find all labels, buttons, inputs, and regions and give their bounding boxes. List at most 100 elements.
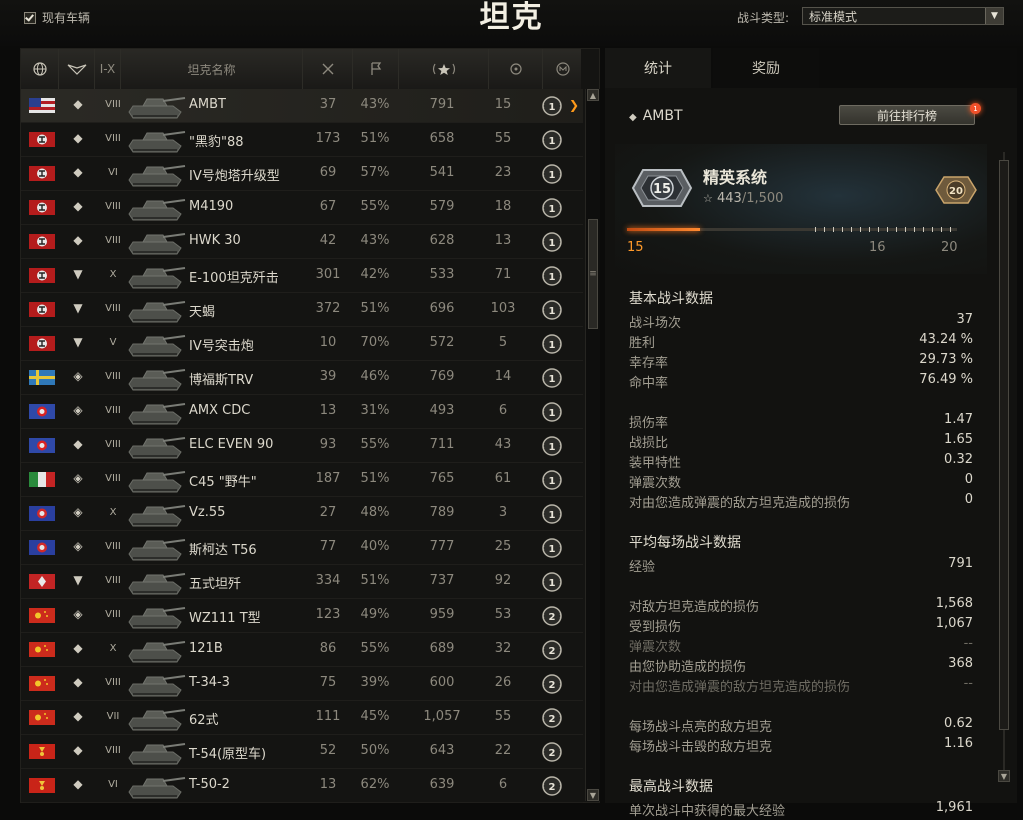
battle-type-select[interactable]: 标准模式 ▼	[802, 7, 1004, 25]
stat-label: 每场战斗击毁的敌方坦克	[629, 740, 773, 755]
table-row[interactable]: ◆ VI T-50-2 13 62% 639 6 2	[21, 769, 583, 803]
nation-flag-icon	[29, 608, 55, 623]
winrate-cell: 42%	[360, 267, 390, 282]
tank-image-icon	[128, 165, 186, 187]
table-row[interactable]: ▼ V IV号突击炮 10 70% 572 5 1	[21, 327, 583, 361]
scroll-up-button[interactable]: ▲	[587, 89, 599, 101]
table-row[interactable]: ◆ VII 62式 111 45% 1,057 55 2	[21, 701, 583, 735]
winrate-cell: 55%	[360, 199, 390, 214]
table-row[interactable]: ▼ VIII 天蝎 372 51% 696 103 1	[21, 293, 583, 327]
table-scrollbar[interactable]: ▲ ≡ ▼	[585, 89, 600, 801]
stat-row: 弹震次数 0	[629, 472, 973, 492]
table-row[interactable]: ◈ VIII AMX CDC 13 31% 493 6 1	[21, 395, 583, 429]
mastery-column-header[interactable]	[543, 49, 583, 89]
table-row[interactable]: ◈ VIII 博福斯TRV 39 46% 769 14 1	[21, 361, 583, 395]
battles-column-header[interactable]	[303, 49, 353, 89]
mastery-badge-icon: 1	[542, 96, 562, 116]
avg-exp-cell: 765	[429, 471, 455, 486]
battles-cell: 13	[319, 403, 337, 418]
stats-scroll-down-button[interactable]: ▼	[998, 770, 1010, 782]
vehicle-type-icon: ◈	[73, 505, 83, 519]
stats-scroll-thumb[interactable]	[999, 160, 1009, 730]
elite-level-next: 16	[869, 240, 886, 255]
battles-cell: 10	[319, 335, 337, 350]
stat-row: 装甲特性 0.32	[629, 452, 973, 472]
table-row[interactable]: ◆ VIII M4190 67 55% 579 18 1	[21, 191, 583, 225]
avg-exp-cell: 579	[429, 199, 455, 214]
tank-name: 五式坦歼	[189, 577, 242, 592]
table-row[interactable]: ◈ X Vz.55 27 48% 789 3 1	[21, 497, 583, 531]
tank-image-icon	[128, 131, 186, 153]
wins-column-header[interactable]	[353, 49, 399, 89]
table-row[interactable]: ◆ X 121B 86 55% 689 32 2	[21, 633, 583, 667]
kills-cell: 53	[494, 607, 512, 622]
mastery-level: 1	[549, 102, 556, 113]
mastery-badge-icon: 2	[542, 742, 562, 762]
vehicle-type-icon: ◆	[73, 199, 83, 213]
table-row[interactable]: ◆ VIII T-54(原型车) 52 50% 643 22 2	[21, 735, 583, 769]
table-row[interactable]: ◆ VIII "黑豹"88 173 51% 658 55 1	[21, 123, 583, 157]
tab-statistics[interactable]: 统计	[605, 48, 711, 88]
next-elite-badge-icon: 20	[935, 176, 977, 204]
kills-cell: 43	[494, 437, 512, 452]
mastery-level: 1	[549, 238, 556, 249]
chevron-down-icon[interactable]: ▼	[985, 8, 1003, 24]
table-row[interactable]: ◆ VI IV号炮塔升级型 69 57% 541 23 1	[21, 157, 583, 191]
table-row[interactable]: ◆ VIII T-34-3 75 39% 600 26 2	[21, 667, 583, 701]
mastery-badge-icon: 1	[542, 368, 562, 388]
tier-column-header[interactable]: I-X	[95, 49, 121, 89]
nation-flag-icon	[29, 642, 55, 657]
tank-name: 121B	[189, 641, 223, 656]
stat-value: 368	[948, 656, 973, 671]
scroll-down-button[interactable]: ▼	[587, 789, 599, 801]
winrate-cell: 55%	[360, 437, 390, 452]
type-column-header[interactable]	[59, 49, 95, 89]
table-row[interactable]: ◈ VIII WZ111 T型 123 49% 959 53 2	[21, 599, 583, 633]
stat-row: 受到损伤 1,067	[629, 616, 973, 636]
name-column-header[interactable]: 坦克名称	[121, 49, 303, 89]
mastery-badge-icon: 1	[542, 300, 562, 320]
stat-row: 单次战斗中获得的最大经验 1,961	[629, 800, 973, 820]
globe-icon	[32, 62, 47, 76]
mastery-level: 1	[549, 170, 556, 181]
tier-cell: VIII	[105, 133, 121, 144]
table-row[interactable]: ◈ VIII C45 "野牛" 187 51% 765 61 1	[21, 463, 583, 497]
table-row[interactable]: ▼ VIII 五式坦歼 334 51% 737 92 1	[21, 565, 583, 599]
kills-cell: 18	[494, 199, 512, 214]
mastery-badge-icon: 1	[542, 436, 562, 456]
tier-cell: V	[109, 337, 117, 348]
table-row[interactable]: ◈ VIII 斯柯达 T56 77 40% 777 25 1	[21, 531, 583, 565]
avg-exp-cell: 541	[429, 165, 455, 180]
stat-label: 经验	[629, 560, 656, 575]
table-row[interactable]: ◆ VIII AMBT 37 43% 791 15 1 ❯	[21, 89, 583, 123]
kills-cell: 25	[494, 539, 512, 554]
stat-value: 1,067	[935, 616, 973, 631]
mastery-level: 2	[549, 680, 556, 691]
scroll-thumb[interactable]: ≡	[588, 219, 598, 329]
stat-label: 对敌方坦克造成的损伤	[629, 600, 760, 615]
vehicle-type-icon: ◈	[73, 471, 83, 485]
stat-value: 1.65	[944, 432, 973, 447]
elite-level-badge-icon: 15	[631, 169, 693, 207]
mastery-badge-icon: 1	[542, 504, 562, 524]
table-row[interactable]: ◆ VIII ELC EVEN 90 93 55% 711 43 1	[21, 429, 583, 463]
nation-column-header[interactable]	[21, 49, 59, 89]
stat-value: 0	[964, 472, 973, 487]
tab-awards[interactable]: 奖励	[713, 48, 819, 88]
leaderboard-button[interactable]: 前往排行榜	[839, 105, 975, 125]
table-row[interactable]: ▼ X E-100坦克歼击 301 42% 533 71 1	[21, 259, 583, 293]
kills-cell: 3	[498, 505, 508, 520]
stat-label: 胜利	[629, 336, 656, 351]
tier-cell: VIII	[105, 473, 121, 484]
elite-xp: ☆ 443/1,500	[703, 191, 783, 206]
avg-exp-column-header[interactable]	[399, 49, 489, 89]
stats-scrollbar[interactable]: ▼	[998, 152, 1010, 782]
vehicle-type-icon: ◆	[73, 709, 83, 723]
tier-cell: VIII	[105, 575, 121, 586]
winrate-cell: 57%	[360, 165, 390, 180]
nation-flag-icon	[29, 234, 55, 249]
avg-exp-cell: 628	[429, 233, 455, 248]
mastery-level: 1	[549, 442, 556, 453]
kills-column-header[interactable]	[489, 49, 543, 89]
table-row[interactable]: ◆ VIII HWK 30 42 43% 628 13 1	[21, 225, 583, 259]
